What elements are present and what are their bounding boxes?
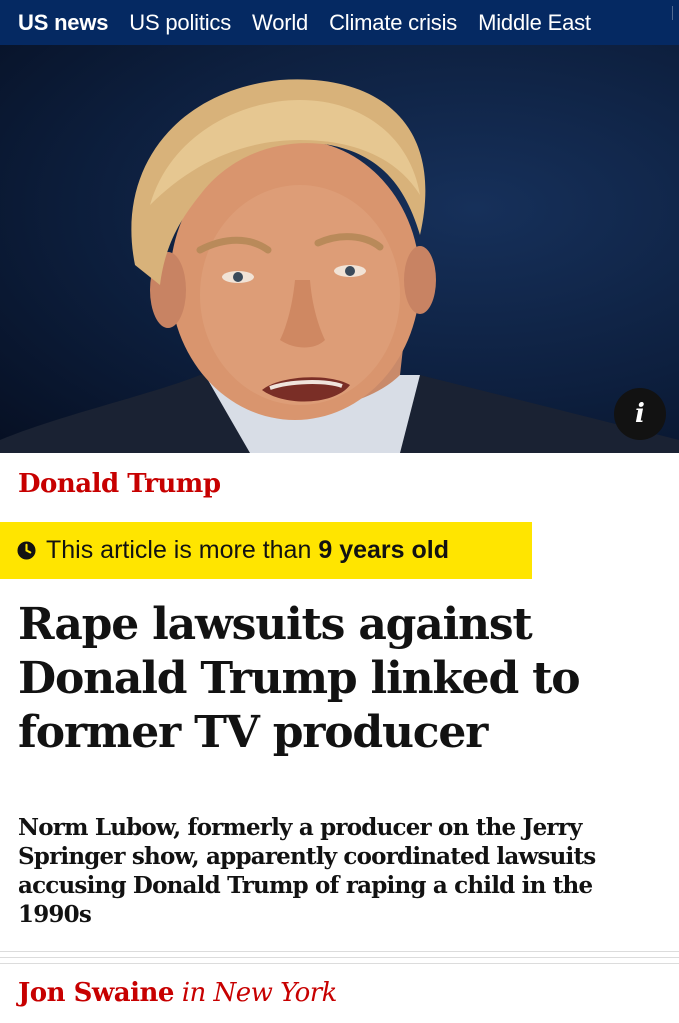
divider-rule bbox=[0, 963, 679, 964]
hero-photo-illustration bbox=[0, 79, 679, 453]
author-name[interactable]: Jon Swaine bbox=[18, 978, 174, 1008]
age-warning-emphasis: 9 years old bbox=[318, 536, 450, 564]
age-warning-prefix: This article is more than bbox=[46, 536, 312, 564]
article-age-warning: This article is more than 9 years old bbox=[0, 522, 532, 579]
nav-item-climate-crisis[interactable]: Climate crisis bbox=[329, 10, 457, 36]
nav-divider bbox=[672, 6, 673, 20]
article-headline: Rape lawsuits against Donald Trump linke… bbox=[18, 599, 581, 758]
article-standfirst: Norm Lubow, formerly a producer on the J… bbox=[18, 814, 596, 928]
divider-rule bbox=[0, 951, 679, 952]
article-byline: Jon Swaine in New York bbox=[18, 978, 337, 1008]
nav-item-middle-east[interactable]: Middle East bbox=[478, 10, 591, 36]
section-nav: US news US politics World Climate crisis… bbox=[0, 0, 679, 45]
image-info-button[interactable]: i bbox=[614, 388, 666, 440]
hero-image: i bbox=[0, 45, 679, 453]
nav-item-us-politics[interactable]: US politics bbox=[129, 10, 231, 36]
author-location: in New York bbox=[181, 978, 338, 1008]
nav-item-world[interactable]: World bbox=[252, 10, 308, 36]
divider-rule bbox=[0, 957, 679, 958]
clock-icon bbox=[17, 541, 36, 560]
nav-item-us-news[interactable]: US news bbox=[18, 10, 108, 36]
section-kicker[interactable]: Donald Trump bbox=[18, 469, 221, 499]
